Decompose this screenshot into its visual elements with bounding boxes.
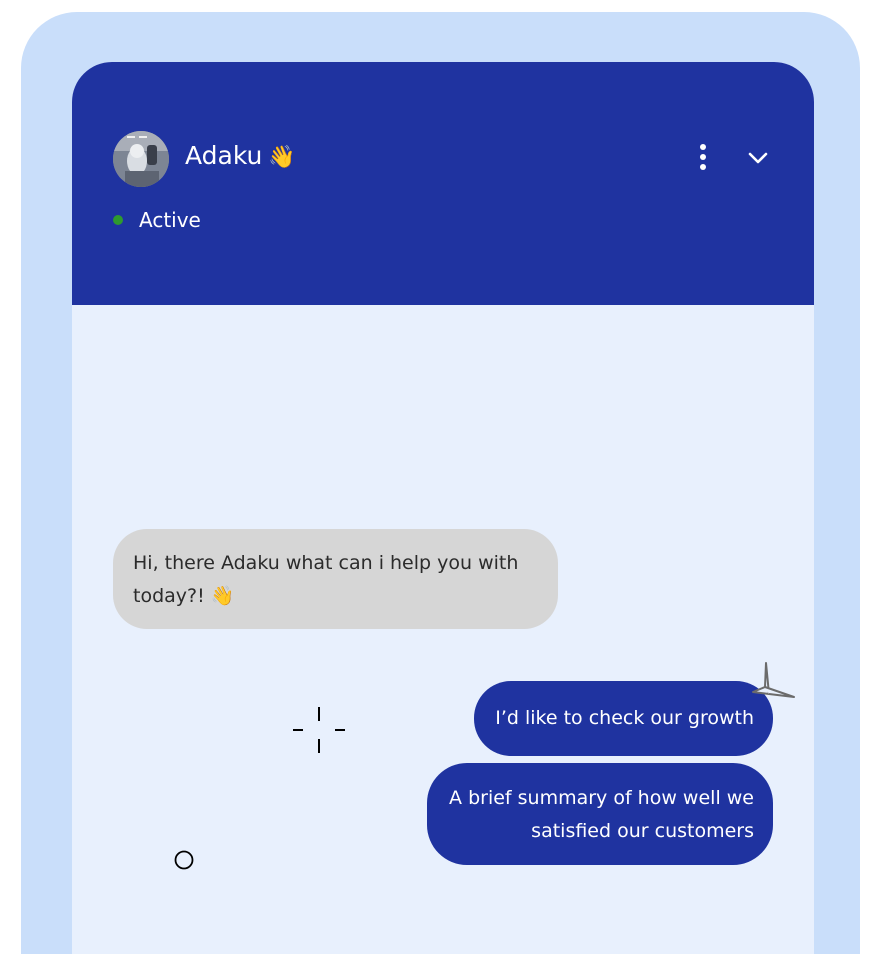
outgoing-message-bubble: I’d like to check our growth bbox=[474, 681, 773, 756]
incoming-message-bubble: Hi, there Adaku what can i help you with… bbox=[113, 529, 558, 629]
chat-window: Adaku 👋 Active Hi, there Adaku what can … bbox=[72, 62, 814, 954]
contact-name-text: Adaku bbox=[185, 141, 263, 170]
chat-header: Adaku 👋 Active bbox=[72, 62, 814, 305]
contact-name: Adaku 👋 bbox=[185, 139, 296, 175]
more-vert-icon bbox=[700, 144, 706, 170]
message-text: A brief summary of how well we satisfied… bbox=[449, 787, 754, 842]
more-options-button[interactable] bbox=[688, 140, 718, 176]
chevron-down-icon bbox=[748, 152, 768, 164]
click-marker-icon bbox=[174, 850, 194, 870]
status-dot-icon bbox=[113, 215, 123, 225]
avatar[interactable] bbox=[113, 131, 169, 187]
collapse-button[interactable] bbox=[740, 142, 776, 174]
message-text: I’d like to check our growth bbox=[495, 707, 754, 729]
mouse-cursor-icon bbox=[752, 662, 795, 698]
outgoing-message-bubble: A brief summary of how well we satisfied… bbox=[427, 763, 773, 865]
status-text: Active bbox=[139, 208, 201, 232]
wave-emoji-icon: 👋 bbox=[210, 585, 235, 607]
crosshair-cursor-icon bbox=[293, 707, 345, 753]
wave-emoji-icon: 👋 bbox=[268, 145, 296, 170]
message-text: Hi, there Adaku what can i help you with… bbox=[133, 552, 519, 607]
app-frame: Adaku 👋 Active Hi, there Adaku what can … bbox=[21, 12, 860, 954]
avatar-photo-icon bbox=[113, 131, 169, 187]
